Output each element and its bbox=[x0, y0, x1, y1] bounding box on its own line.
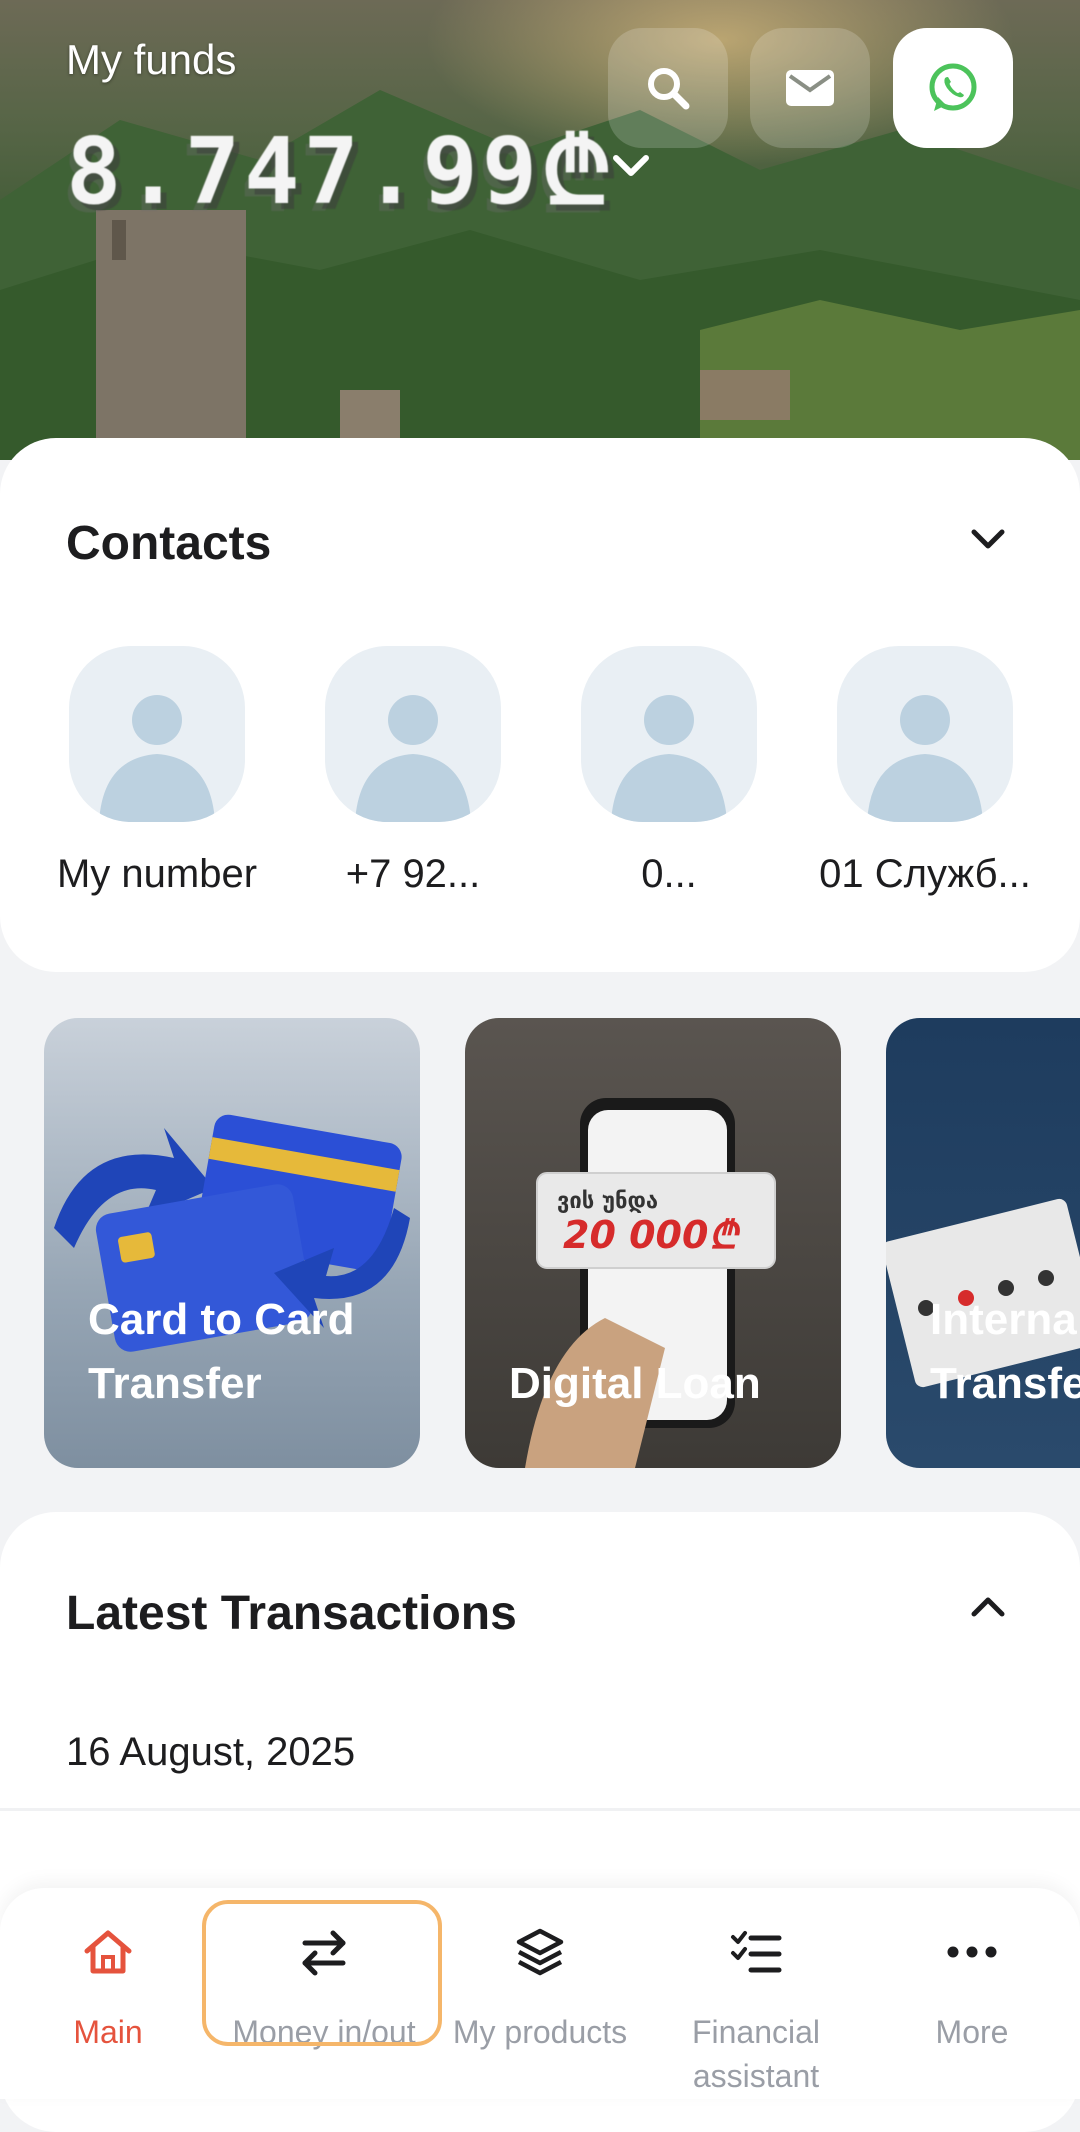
transactions-title: Latest Transactions bbox=[66, 1587, 517, 1640]
svg-text:ვის უნდა: ვის უნდა bbox=[557, 1189, 658, 1214]
nav-item-my-products[interactable]: My products bbox=[432, 1924, 648, 2054]
person-icon bbox=[99, 695, 215, 822]
contact-item[interactable]: 0... bbox=[554, 646, 784, 897]
contacts-title: Contacts bbox=[66, 517, 272, 570]
bottom-navigation: Main Money in/out My products Financial … bbox=[0, 1888, 1080, 2099]
avatar bbox=[69, 646, 245, 822]
nav-label: Main bbox=[73, 2014, 143, 2050]
person-icon bbox=[611, 695, 727, 822]
contact-item[interactable]: 01 Служб... bbox=[810, 646, 1040, 897]
search-button[interactable] bbox=[608, 28, 728, 148]
avatar bbox=[837, 646, 1013, 822]
contact-item[interactable]: +7 92... bbox=[298, 646, 528, 897]
contact-name: +7 92... bbox=[345, 852, 481, 896]
transaction-date-header: 16 August, 2025 bbox=[66, 1730, 356, 1774]
person-icon bbox=[355, 695, 471, 822]
hero-banner: My funds 8.747.99₾ bbox=[0, 0, 1080, 460]
avatar bbox=[581, 646, 757, 822]
contacts-card: Contacts My number +7 92... 0... 01 Служ… bbox=[0, 438, 1080, 972]
contact-name: 01 Служб... bbox=[819, 852, 1031, 896]
promo-card-transfer[interactable]: Card to Card Transfer bbox=[44, 1018, 420, 1468]
funds-label: My funds bbox=[66, 36, 237, 83]
nav-label: My products bbox=[452, 2014, 628, 2050]
messages-button[interactable] bbox=[750, 28, 870, 148]
promo-card-digital-loan[interactable]: ვის უნდა 20 000₾ Digital Loan bbox=[465, 1018, 841, 1468]
chevron-down-icon[interactable] bbox=[964, 514, 1012, 562]
whatsapp-icon bbox=[929, 63, 977, 111]
nav-item-main[interactable]: Main bbox=[0, 1924, 216, 2054]
promo-card-international-transfer[interactable]: Interna Transfe bbox=[886, 1018, 1080, 1468]
contact-item[interactable]: My number bbox=[42, 646, 272, 897]
person-icon bbox=[867, 695, 983, 822]
balance-value: 8.747.99₾ bbox=[66, 117, 617, 225]
search-icon bbox=[648, 68, 690, 110]
balance-amount[interactable]: 8.747.99₾ bbox=[66, 112, 612, 225]
svg-text:20 000₾: 20 000₾ bbox=[563, 1213, 740, 1257]
divider bbox=[0, 1808, 1080, 1811]
home-icon bbox=[84, 1930, 132, 1974]
nav-item-financial-assistant[interactable]: Financial assistant bbox=[648, 1924, 864, 2098]
nav-label: More bbox=[935, 2014, 1009, 2050]
nav-item-more[interactable]: More bbox=[864, 1924, 1080, 2054]
layers-icon bbox=[516, 1928, 564, 1976]
avatar bbox=[325, 646, 501, 822]
promo-label: Digital Loan bbox=[509, 1359, 761, 1408]
checklist-icon bbox=[731, 1931, 782, 1973]
nav-label: Financial assistant bbox=[691, 2014, 821, 2094]
chevron-up-icon[interactable] bbox=[964, 1582, 1012, 1630]
mail-icon bbox=[786, 70, 834, 106]
chevron-down-icon[interactable] bbox=[608, 142, 654, 188]
promo-label: Interna Transfe bbox=[930, 1295, 1080, 1408]
contact-name: 0... bbox=[641, 852, 697, 896]
whatsapp-button[interactable] bbox=[893, 28, 1013, 148]
promo-label: Card to Card Transfer bbox=[88, 1295, 355, 1408]
more-dots-icon bbox=[947, 1946, 997, 1958]
focus-highlight bbox=[202, 1900, 442, 2046]
contact-name: My number bbox=[56, 852, 258, 896]
